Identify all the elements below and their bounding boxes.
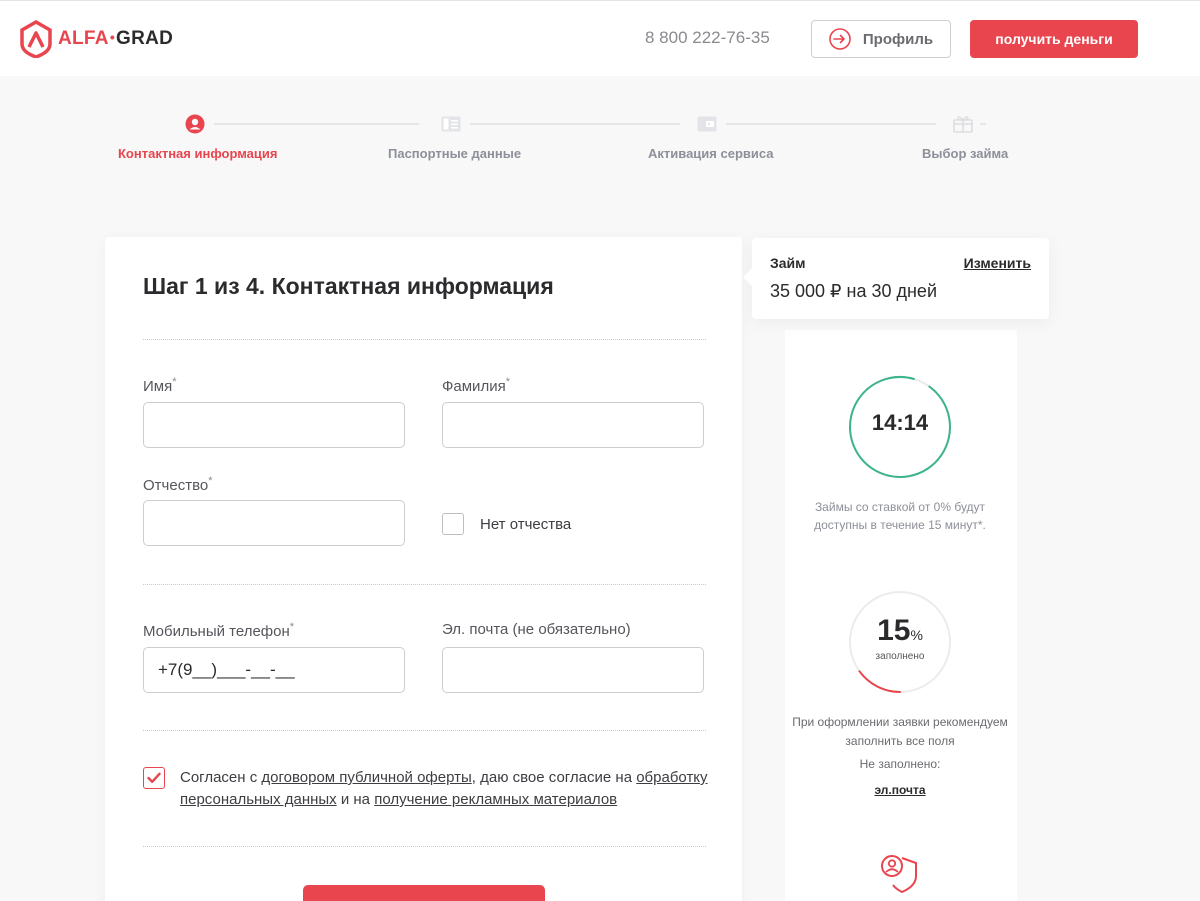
- step-2-icon: [440, 113, 462, 135]
- phone-input[interactable]: +7(9__)___-__-__: [143, 647, 405, 693]
- last-name-label: Фамилия*: [442, 376, 510, 395]
- get-money-button[interactable]: получить деньги: [970, 20, 1138, 58]
- divider-lower: [143, 730, 706, 731]
- profile-button[interactable]: Профиль: [811, 20, 951, 58]
- step-3-icon: [696, 113, 718, 135]
- passport-icon: [441, 116, 461, 132]
- stepper-line-1: [214, 123, 419, 125]
- loan-value: 35 000 ₽ на 30 дней: [770, 281, 937, 301]
- stepper-line-2: [470, 123, 680, 125]
- missing-field-link[interactable]: эл.почта: [790, 783, 1010, 797]
- first-name-label: Имя*: [143, 376, 177, 395]
- user-icon: [185, 114, 205, 134]
- first-name-input[interactable]: [143, 402, 405, 448]
- patronymic-input[interactable]: [143, 500, 405, 546]
- wallet-icon: [697, 116, 717, 132]
- loan-change-link[interactable]: Изменить: [964, 255, 1031, 271]
- stepper-line-3: [726, 123, 936, 125]
- divider-top: [143, 339, 706, 340]
- last-name-input[interactable]: [442, 402, 704, 448]
- divider-middle: [143, 584, 706, 585]
- loan-title: Займ: [770, 255, 806, 271]
- email-input[interactable]: [442, 647, 704, 693]
- gift-icon: [953, 116, 973, 133]
- step-3-label: Активация сервиса: [648, 146, 774, 161]
- ads-consent-link[interactable]: получение рекламных материалов: [374, 791, 617, 808]
- no-patronymic-checkbox[interactable]: [442, 513, 464, 535]
- logo-part-grad: GRAD: [116, 28, 174, 49]
- patronymic-label: Отчество*: [143, 475, 213, 494]
- progress-caption: заполнено: [875, 651, 925, 662]
- header: ALFA•GRAD 8 800 222-76-35 Профиль получи…: [0, 0, 1200, 76]
- profile-button-label: Профиль: [862, 30, 934, 48]
- step-4-icon: [952, 113, 974, 135]
- user-shield-icon: [881, 855, 917, 894]
- logo-dot: •: [109, 29, 116, 45]
- login-arrow-icon: [829, 28, 851, 50]
- email-label: Эл. почта (не обязательно): [442, 621, 631, 638]
- stepper-line-4: [980, 123, 986, 125]
- progress-note: При оформлении заявки рекомендуем заполн…: [792, 715, 1008, 748]
- contact-form-card: Шаг 1 из 4. Контактная информация Имя* Ф…: [105, 237, 742, 901]
- agreement-checkbox[interactable]: [143, 767, 165, 789]
- timer-note: Займы со ставкой от 0% будут доступны в …: [814, 500, 986, 532]
- not-filled-label: Не заполнено:: [859, 757, 941, 771]
- logo-text: ALFA•GRAD: [58, 28, 173, 50]
- step-1-icon: [184, 113, 206, 135]
- loan-summary-card: Займ Изменить 35 000 ₽ на 30 дней: [743, 238, 1049, 319]
- form-title: Шаг 1 из 4. Контактная информация: [143, 273, 554, 299]
- logo-shield-icon: [20, 20, 52, 58]
- checkmark-icon: [147, 772, 161, 783]
- divider-bottom: [143, 846, 706, 847]
- step-2-label: Паспортные данные: [388, 146, 522, 161]
- progress-value: 15%: [877, 614, 923, 647]
- phone-number[interactable]: 8 800 222-76-35: [645, 28, 770, 48]
- continue-button[interactable]: [303, 885, 545, 901]
- logo-part-alfa: ALFA: [58, 28, 109, 49]
- agreement-text: Согласен с договором публичной оферты, д…: [180, 769, 708, 808]
- no-patronymic-label[interactable]: Нет отчества: [480, 516, 571, 533]
- phone-label: Мобильный телефон*: [143, 621, 295, 640]
- step-4-label: Выбор займа: [922, 146, 1009, 161]
- public-offer-link[interactable]: договором публичной оферты: [261, 769, 471, 786]
- step-1-label[interactable]: Контактная информация: [118, 146, 277, 161]
- timer-value: 14:14: [871, 410, 929, 435]
- logo[interactable]: ALFA•GRAD: [20, 20, 173, 58]
